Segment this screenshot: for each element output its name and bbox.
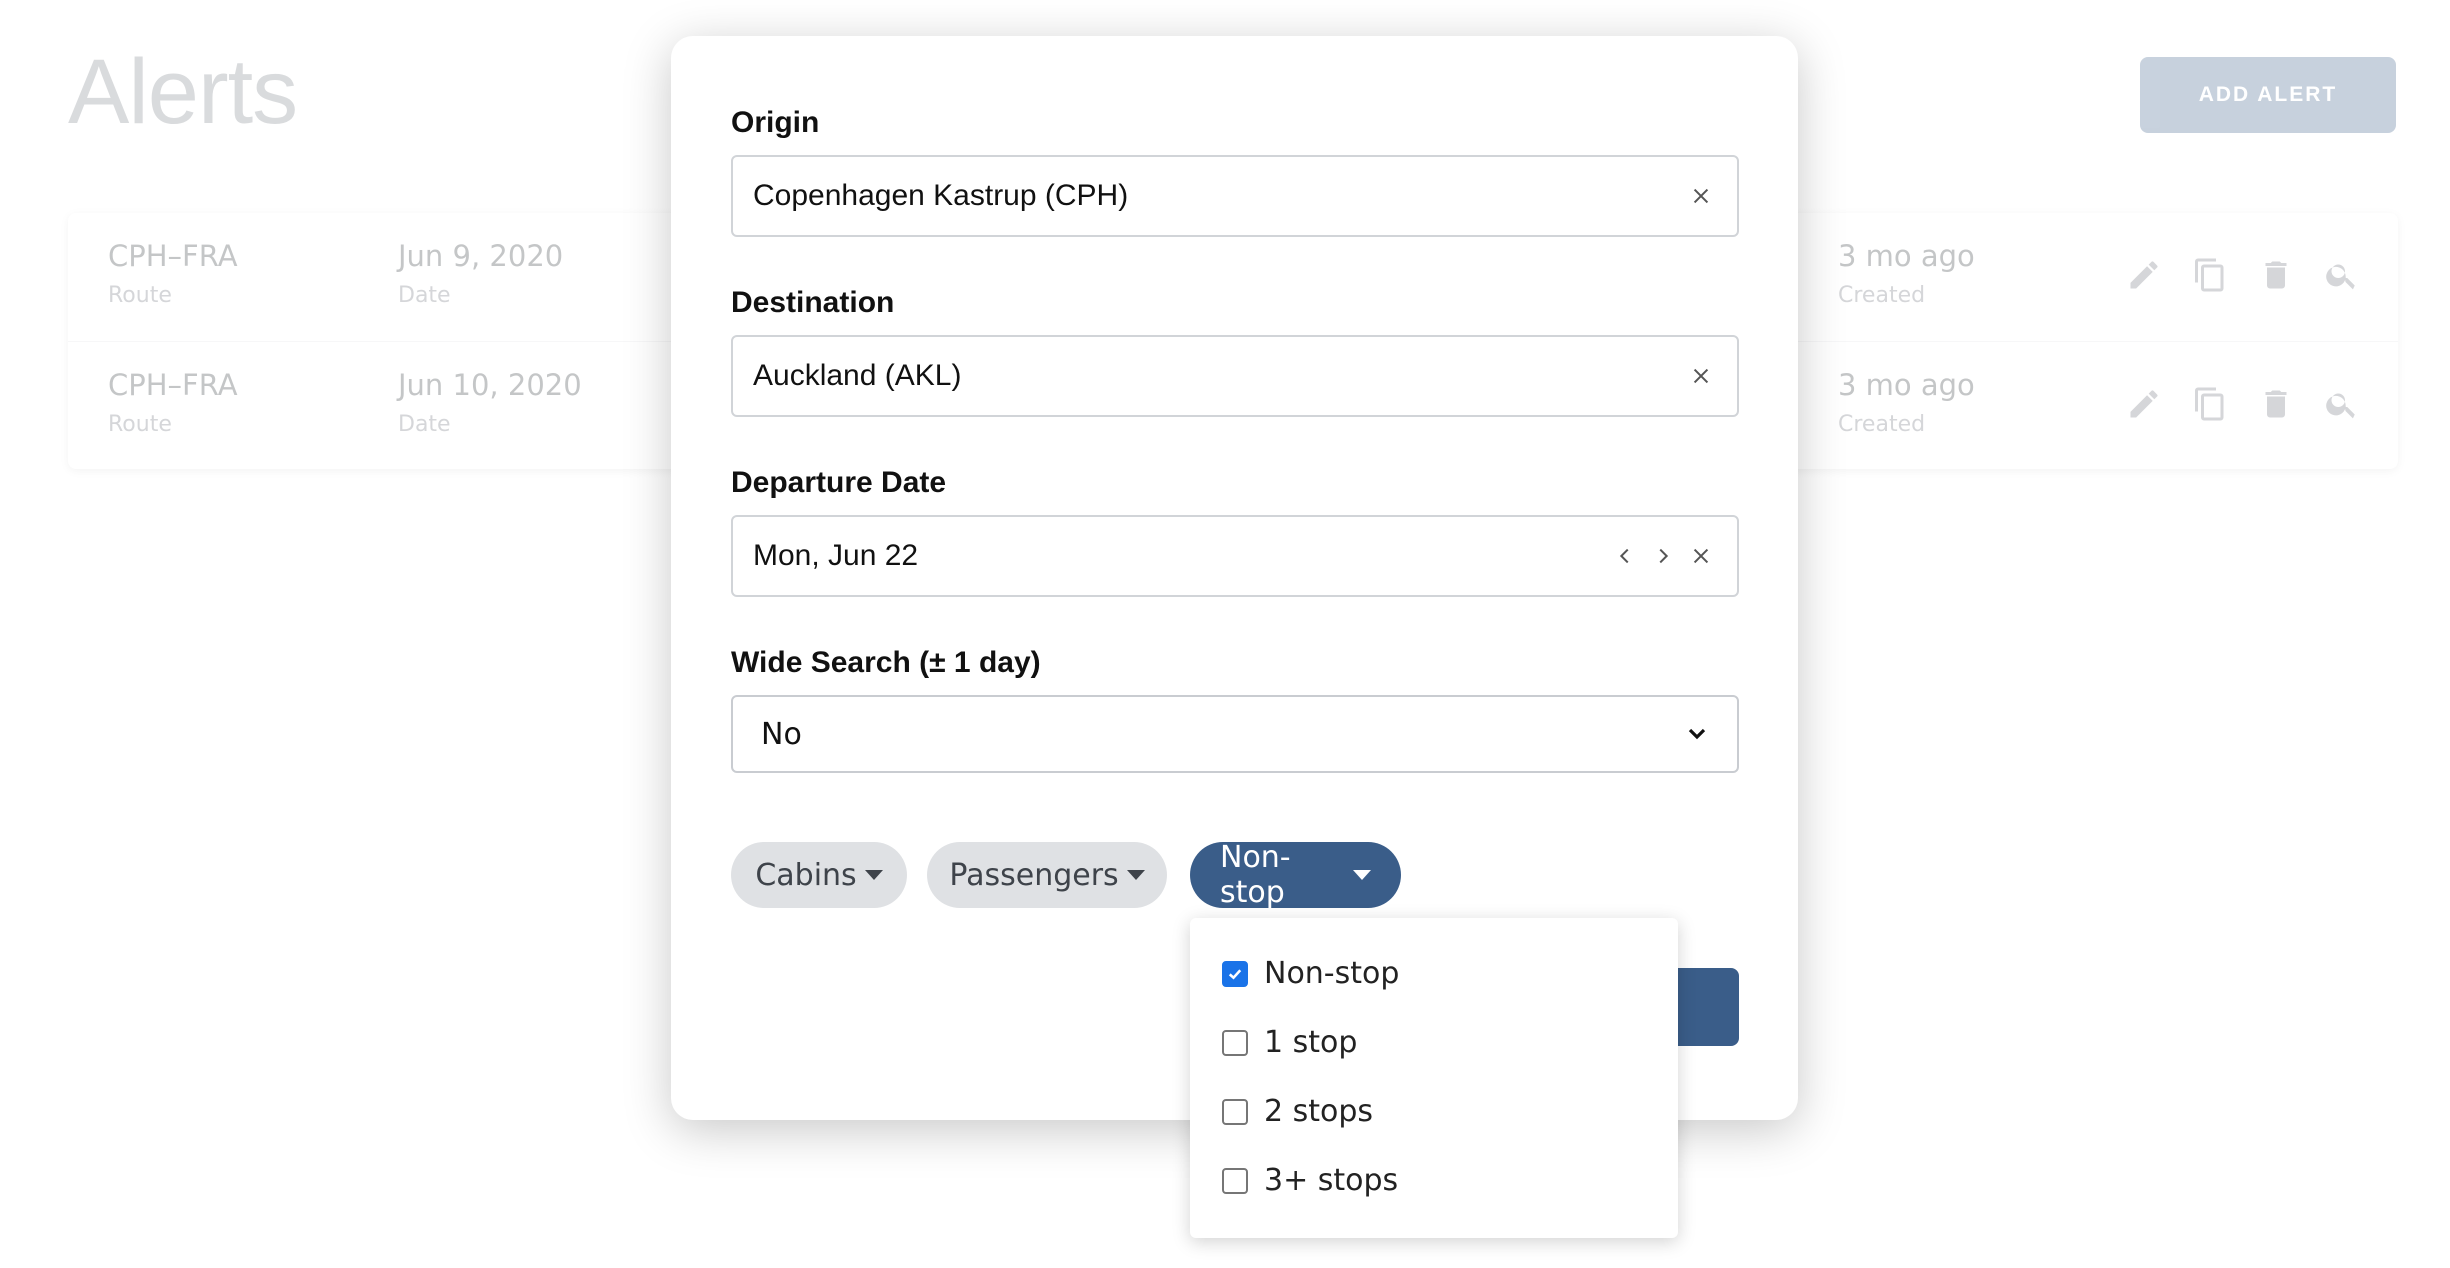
destination-value: Auckland (AKL): [753, 359, 962, 392]
origin-value: Copenhagen Kastrup (CPH): [753, 179, 1129, 212]
check-icon: [1228, 968, 1242, 980]
three-plus-stops-checkbox[interactable]: [1222, 1167, 1248, 1194]
departure-date-field[interactable]: Mon, Jun 22: [731, 515, 1739, 597]
next-day-button[interactable]: [1647, 540, 1679, 572]
wide-search-value: No: [761, 716, 802, 752]
wide-search-select[interactable]: No: [731, 695, 1739, 773]
origin-label: Origin: [731, 106, 820, 139]
nonstop-option-label: Non-stop: [1264, 956, 1400, 991]
destination-field[interactable]: Auckland (AKL): [731, 335, 1739, 417]
chevron-right-icon: [1659, 548, 1669, 564]
trash-icon[interactable]: [2258, 257, 2294, 293]
route-value: CPH–FRA: [108, 368, 238, 402]
close-icon: [1693, 188, 1709, 204]
date-value: Jun 10, 2020: [398, 368, 582, 402]
date-cell: Jun 10, 2020 Date: [398, 368, 582, 437]
departure-date-value: Mon, Jun 22: [753, 539, 919, 572]
stops-option-3-plus-stops[interactable]: 3+ stops: [1222, 1163, 1398, 1198]
created-label: Created: [1838, 283, 1926, 308]
stops-dropdown-menu: Non-stop 1 stop 2 stops 3+ stops: [1190, 918, 1678, 1238]
stops-option-2-stops[interactable]: 2 stops: [1222, 1094, 1373, 1129]
stops-filter-label: Non-stop: [1220, 840, 1291, 910]
caret-down-icon: [1353, 870, 1371, 880]
created-cell: 3 mo ago Created: [1838, 239, 1975, 308]
one-stop-option-label: 1 stop: [1264, 1025, 1358, 1060]
clear-date-button[interactable]: [1685, 540, 1717, 572]
created-value: 3 mo ago: [1838, 239, 1975, 273]
date-value: Jun 9, 2020: [398, 239, 564, 273]
search-icon[interactable]: [2324, 386, 2360, 422]
departure-date-label: Departure Date: [731, 466, 947, 499]
origin-field[interactable]: Copenhagen Kastrup (CPH): [731, 155, 1739, 237]
close-icon: [1693, 548, 1709, 564]
chevron-left-icon: [1619, 548, 1629, 564]
date-label: Date: [398, 283, 451, 308]
three-plus-stops-option-label: 3+ stops: [1264, 1163, 1399, 1198]
created-value: 3 mo ago: [1838, 368, 1975, 402]
clear-destination-button[interactable]: [1685, 360, 1717, 392]
row-actions: [2126, 257, 2360, 293]
route-cell: CPH–FRA Route: [108, 239, 238, 308]
stops-filter-button[interactable]: Non-stop: [1190, 840, 1401, 910]
chevron-down-icon: [1688, 728, 1706, 740]
passengers-filter-label: Passengers: [949, 857, 1119, 893]
copy-icon[interactable]: [2192, 257, 2228, 293]
route-label: Route: [108, 283, 172, 308]
search-icon[interactable]: [2324, 257, 2360, 293]
passengers-filter-button[interactable]: Passengers: [927, 842, 1167, 908]
cabins-filter-button[interactable]: Cabins: [731, 842, 907, 908]
edit-icon[interactable]: [2126, 386, 2162, 422]
close-icon: [1693, 368, 1709, 384]
page-title: Alerts: [68, 41, 298, 143]
add-alert-button[interactable]: ADD ALERT: [2140, 57, 2396, 133]
one-stop-checkbox[interactable]: [1222, 1029, 1248, 1056]
route-label: Route: [108, 412, 172, 437]
stops-option-nonstop[interactable]: Non-stop: [1222, 956, 1399, 991]
caret-down-icon: [1126, 870, 1145, 880]
two-stops-checkbox[interactable]: [1222, 1098, 1248, 1125]
edit-icon[interactable]: [2126, 257, 2162, 293]
created-cell: 3 mo ago Created: [1838, 368, 1975, 437]
row-actions: [2126, 386, 2360, 422]
clear-origin-button[interactable]: [1685, 180, 1717, 212]
previous-day-button[interactable]: [1609, 540, 1641, 572]
destination-label: Destination: [731, 286, 895, 319]
cabins-filter-label: Cabins: [755, 857, 857, 893]
stops-option-1-stop[interactable]: 1 stop: [1222, 1025, 1357, 1060]
date-label: Date: [398, 412, 451, 437]
trash-icon[interactable]: [2258, 386, 2294, 422]
route-value: CPH–FRA: [108, 239, 238, 273]
two-stops-option-label: 2 stops: [1264, 1094, 1374, 1129]
caret-down-icon: [864, 870, 883, 880]
copy-icon[interactable]: [2192, 386, 2228, 422]
nonstop-checkbox[interactable]: [1222, 960, 1248, 987]
route-cell: CPH–FRA Route: [108, 368, 238, 437]
created-label: Created: [1838, 412, 1926, 437]
wide-search-label: Wide Search (± 1 day): [731, 646, 1041, 679]
date-cell: Jun 9, 2020 Date: [398, 239, 563, 308]
